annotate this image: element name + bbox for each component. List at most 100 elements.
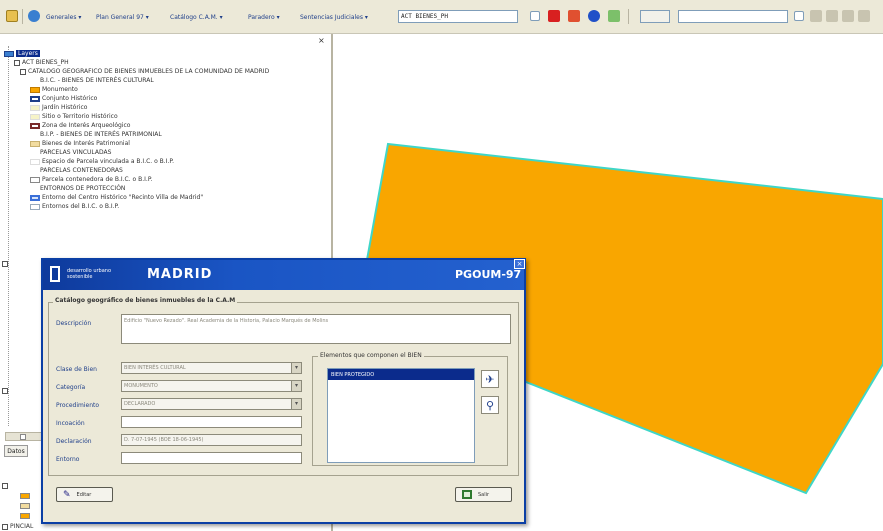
menu-sentencias[interactable]: Sentencias Judiciales ▾ (300, 12, 368, 23)
layer-checkbox[interactable] (14, 59, 20, 66)
elements-list[interactable]: BIEN PROTEGIDO (327, 368, 475, 463)
tab-datos[interactable]: Datos (4, 445, 28, 457)
legend-entorno-centro: Entorno del Centro Histórico "Recinto Vi… (30, 193, 203, 202)
edit-button[interactable]: ✎ Editar (56, 487, 113, 502)
list-item[interactable]: BIEN PROTEGIDO (328, 369, 474, 380)
menu-generales[interactable]: Generales ▾ (46, 12, 81, 23)
exit-icon (462, 490, 472, 499)
zoom-button[interactable]: ⚲ (481, 396, 499, 414)
tree-item-act-bienes[interactable]: ACT BIENES_PH (14, 58, 69, 67)
madrid-logo-icon (50, 266, 60, 282)
scroll-thumb[interactable] (20, 434, 26, 440)
legend-swatch (30, 203, 40, 210)
categoria-select[interactable]: MONUMENTO (121, 380, 302, 392)
legend-swatch (30, 104, 40, 111)
layer-checkbox[interactable] (2, 523, 8, 530)
legend-swatch (20, 501, 32, 510)
tree-item-pincial[interactable]: PINCIAL (2, 522, 33, 531)
dropdown-arrow-icon[interactable] (530, 11, 540, 21)
menu-plan-general[interactable]: Plan General 97 ▾ (96, 12, 149, 23)
exit-button[interactable]: Salir (455, 487, 512, 502)
layers-icon (4, 50, 14, 57)
search-input[interactable] (678, 10, 788, 23)
group-title: Catálogo geográfico de bienes inmuebles … (53, 297, 238, 304)
layer-checkbox[interactable] (20, 68, 26, 75)
legend-monumento: Monumento (30, 85, 78, 94)
pan-tool-icon[interactable] (826, 10, 838, 22)
tree-item-parcelas-contenedoras: PARCELAS CONTENEDORAS (40, 167, 123, 174)
pencil-icon: ✎ (63, 489, 71, 500)
legend-swatch (30, 140, 40, 147)
procedimiento-label: Procedimiento (56, 402, 100, 409)
legend-bienes-patrimonial: Bienes de Interés Patrimonial (30, 139, 130, 148)
folder-icon[interactable] (6, 10, 18, 22)
org-text: desarrollo urbano sostenible (67, 268, 112, 280)
tree-connector (8, 46, 9, 426)
panel-close-icon[interactable]: × (318, 36, 328, 45)
scale-input[interactable] (640, 10, 670, 23)
menu-paradero[interactable]: Paradero ▾ (248, 12, 280, 23)
main-toolbar: Generales ▾ Plan General 97 ▾ Catálogo C… (0, 0, 883, 34)
toolbar-separator (22, 9, 23, 24)
legend-swatch (20, 511, 32, 520)
categoria-label: Categoría (56, 384, 86, 391)
entorno-label: Entorno (56, 456, 80, 463)
tree-item-bip: B.I.P. - BIENES DE INTERÉS PATRIMONIAL (40, 131, 162, 138)
legend-sitio-historico: Sitio o Territorio Histórico (30, 112, 118, 121)
declaracion-field[interactable]: D. 7-07-1945 (BOE 18-06-1945) (121, 434, 302, 446)
zoom-tool-icon[interactable] (810, 10, 822, 22)
bic-info-dialog: desarrollo urbano sostenible MADRID PGOU… (41, 258, 526, 524)
legend-swatch (30, 122, 40, 129)
dialog-header: desarrollo urbano sostenible MADRID PGOU… (43, 260, 524, 290)
chevron-down-icon[interactable]: ▾ (291, 399, 301, 409)
tree-expander-icon[interactable] (2, 259, 10, 268)
clase-label: Clase de Bien (56, 366, 97, 373)
legend-swatch (30, 95, 40, 102)
legend-swatch (30, 158, 40, 165)
select-tool-icon[interactable] (858, 10, 870, 22)
tree-root[interactable]: Layers (4, 49, 40, 58)
locate-button[interactable]: ✈ (481, 370, 499, 388)
legend-swatch (30, 194, 40, 201)
close-button[interactable]: × (514, 259, 525, 269)
dropdown-arrow-icon[interactable] (794, 11, 804, 21)
layer-select[interactable]: ACT BIENES_PH (398, 10, 518, 23)
airplane-icon: ✈ (485, 372, 495, 386)
legend-conjunto-historico: Conjunto Histórico (30, 94, 97, 103)
magnifier-icon: ⚲ (485, 398, 495, 412)
incoacion-field[interactable] (121, 416, 302, 428)
menu-catalogo-cam[interactable]: Catálogo C.A.M. ▾ (170, 12, 223, 23)
red-tool-icon[interactable] (548, 10, 560, 22)
legend-swatch (30, 176, 40, 183)
tree-expander-icon[interactable] (2, 481, 10, 490)
header-pgoum: PGOUM-97 (455, 268, 522, 281)
toolbar-separator (628, 9, 629, 24)
legend-swatch (30, 113, 40, 120)
legend-zona-arqueologica: Zona de Interés Arqueológico (30, 121, 130, 130)
descripcion-label: Descripción (56, 320, 92, 327)
declaracion-label: Declaración (56, 438, 92, 445)
elements-title: Elementos que componen el BIEN (318, 352, 424, 359)
chevron-down-icon[interactable]: ▾ (291, 381, 301, 391)
tree-item-entornos: ENTORNOS DE PROTECCIÓN (40, 185, 126, 192)
tree-item-catalogo[interactable]: CATÁLOGO GEOGRÁFICO DE BIENES INMUEBLES … (20, 67, 269, 76)
chevron-down-icon[interactable]: ▾ (291, 363, 301, 373)
legend-parcela-contenedora: Parcela contenedora de B.I.C. o B.I.P. (30, 175, 152, 184)
tree-item-bic: B.I.C. - BIENES DE INTERÉS CULTURAL (40, 77, 154, 84)
identify-tool-icon[interactable] (842, 10, 854, 22)
flag-icon[interactable] (568, 10, 580, 22)
tree-expander-icon[interactable] (2, 386, 10, 395)
legend-entornos-bic: Entornos del B.I.C. o B.I.P. (30, 202, 119, 211)
legend-parcela-vinculada: Espacio de Parcela vinculada a B.I.C. o … (30, 157, 174, 166)
descripcion-field[interactable]: Edificio "Nuevo Rezado". Real Academia d… (121, 314, 511, 344)
legend-swatch (30, 86, 40, 93)
legend-jardin-historico: Jardín Histórico (30, 103, 87, 112)
tree-icon[interactable] (608, 10, 620, 22)
clase-select[interactable]: BIEN INTERÉS CULTURAL (121, 362, 302, 374)
globe-icon[interactable] (28, 10, 40, 22)
procedimiento-select[interactable]: DECLARADO (121, 398, 302, 410)
header-madrid: MADRID (147, 267, 213, 282)
incoacion-label: Incoación (56, 420, 85, 427)
entorno-field[interactable] (121, 452, 302, 464)
blue-tool-icon[interactable] (588, 10, 600, 22)
